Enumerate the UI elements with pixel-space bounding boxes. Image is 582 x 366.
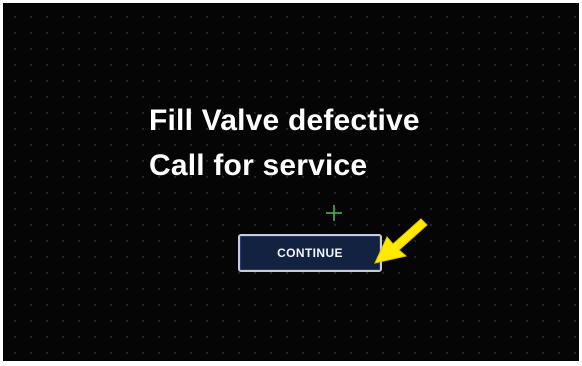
error-message: Fill Valve defective Call for service <box>149 98 420 188</box>
arrow-pointer-icon <box>374 218 428 264</box>
continue-button[interactable]: CONTINUE <box>238 234 382 272</box>
message-line-1: Fill Valve defective <box>149 104 420 137</box>
crosshair-icon <box>326 205 342 221</box>
screen-frame: Fill Valve defective Call for service CO… <box>3 3 579 361</box>
message-line-2: Call for service <box>149 149 368 182</box>
